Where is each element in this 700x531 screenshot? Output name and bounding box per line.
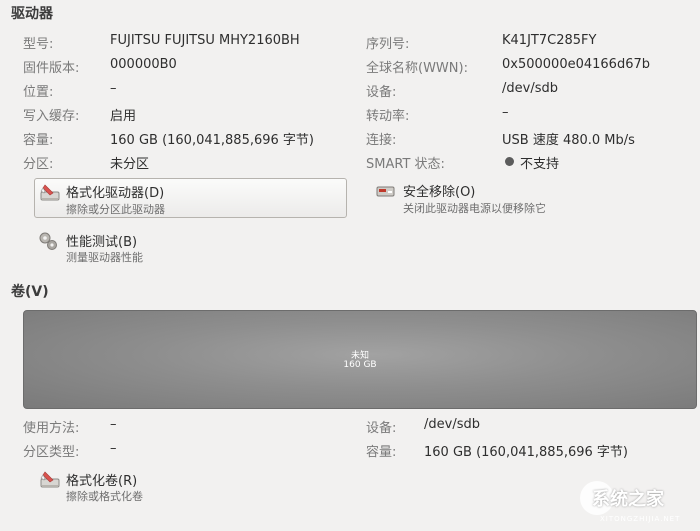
location-value: – xyxy=(110,81,117,96)
wwn-value: 0x500000e04166d67b xyxy=(502,57,650,72)
status-dot-icon xyxy=(505,157,514,166)
connection-label: 连接: xyxy=(366,133,397,148)
benchmark-title: 性能测试(B) xyxy=(66,235,138,250)
volumes-heading: 卷(V) xyxy=(11,284,49,300)
watermark-subtext: XITONGZHIJIA.NET xyxy=(600,515,681,523)
usage-value: – xyxy=(110,417,117,432)
watermark-text: 系统之家 xyxy=(592,489,664,510)
wwn-label: 全球名称(WWN): xyxy=(366,61,468,76)
firmware-label: 固件版本: xyxy=(23,61,80,76)
smart-label: SMART 状态: xyxy=(366,157,445,172)
format-drive-icon xyxy=(40,184,60,201)
volume-bar[interactable]: 未知 160 GB xyxy=(23,310,697,409)
volume-size: 160 GB xyxy=(343,360,377,370)
rotation-value: – xyxy=(502,105,509,120)
write-cache-label: 写入缓存: xyxy=(23,109,80,124)
capacity-label: 容量: xyxy=(23,133,54,148)
format-drive-button[interactable]: 格式化驱动器(D) 擦除或分区此驱动器 xyxy=(34,178,347,218)
safe-remove-subtitle: 关闭此驱动器电源以便移除它 xyxy=(403,202,546,215)
format-volume-button[interactable]: 格式化卷(R) 擦除或格式化卷 xyxy=(38,468,278,506)
volume-capacity-value: 160 GB (160,041,885,696 字节) xyxy=(424,445,628,460)
model-label: 型号: xyxy=(23,37,54,52)
partition-type-value: – xyxy=(110,441,117,456)
usage-label: 使用方法: xyxy=(23,421,80,436)
drive-heading: 驱动器 xyxy=(11,6,53,22)
rotation-label: 转动率: xyxy=(366,109,410,124)
partitioning-value: 未分区 xyxy=(110,157,150,172)
device-value: /dev/sdb xyxy=(502,81,558,96)
model-value: FUJITSU FUJITSU MHY2160BH xyxy=(110,33,300,48)
smart-value: 不支持 xyxy=(520,157,560,172)
gears-icon xyxy=(39,232,57,250)
safe-remove-button[interactable]: 安全移除(O) 关闭此驱动器电源以便移除它 xyxy=(374,178,654,218)
volume-device-value: /dev/sdb xyxy=(424,417,480,432)
format-drive-title: 格式化驱动器(D) xyxy=(66,186,165,201)
location-label: 位置: xyxy=(23,85,54,100)
firmware-value: 000000B0 xyxy=(110,57,177,72)
format-volume-title: 格式化卷(R) xyxy=(66,474,138,489)
safe-remove-title: 安全移除(O) xyxy=(403,185,476,200)
format-volume-icon xyxy=(40,471,60,488)
partitioning-label: 分区: xyxy=(23,157,54,172)
volume-capacity-label: 容量: xyxy=(366,445,397,460)
capacity-value: 160 GB (160,041,885,696 字节) xyxy=(110,133,314,148)
serial-label: 序列号: xyxy=(366,37,410,52)
format-volume-subtitle: 擦除或格式化卷 xyxy=(66,490,143,503)
benchmark-button[interactable]: 性能测试(B) 测量驱动器性能 xyxy=(36,228,276,266)
eject-drive-icon xyxy=(376,186,395,197)
volume-device-label: 设备: xyxy=(366,421,397,436)
format-drive-subtitle: 擦除或分区此驱动器 xyxy=(66,203,165,216)
device-label: 设备: xyxy=(366,85,397,100)
benchmark-subtitle: 测量驱动器性能 xyxy=(66,251,143,264)
connection-value: USB 速度 480.0 Mb/s xyxy=(502,133,635,148)
serial-value: K41JT7C285FY xyxy=(502,33,597,48)
write-cache-value: 启用 xyxy=(110,109,137,124)
partition-type-label: 分区类型: xyxy=(23,445,80,460)
